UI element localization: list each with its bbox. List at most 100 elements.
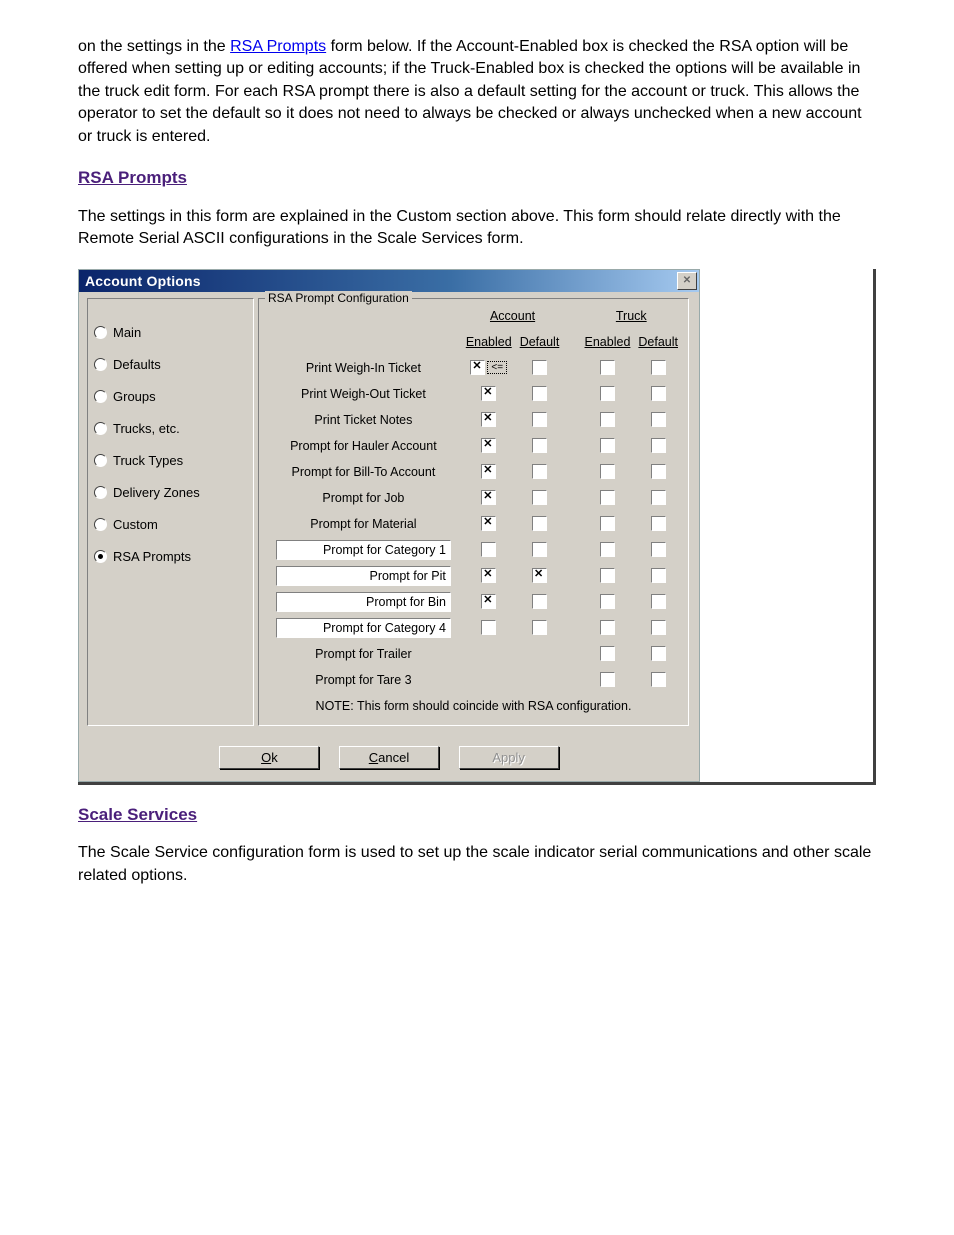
sidebar-item-defaults[interactable]: Defaults xyxy=(94,357,249,372)
checkbox[interactable] xyxy=(600,438,615,453)
checkbox[interactable] xyxy=(481,542,496,557)
text: on the settings in the xyxy=(78,38,230,55)
checkbox[interactable] xyxy=(532,594,547,609)
checkbox[interactable] xyxy=(651,360,666,375)
checkbox[interactable] xyxy=(532,568,547,583)
checkbox[interactable] xyxy=(532,542,547,557)
col-account-default: Default xyxy=(516,329,564,355)
sidebar-item-main[interactable]: Main xyxy=(94,325,249,340)
radio-indicator xyxy=(94,390,107,403)
checkbox[interactable] xyxy=(470,360,485,375)
checkbox[interactable] xyxy=(600,594,615,609)
sidebar-item-label: Defaults xyxy=(113,357,161,372)
checkbox[interactable] xyxy=(600,646,615,661)
sidebar-item-truck-types[interactable]: Truck Types xyxy=(94,453,249,468)
radio-indicator xyxy=(94,486,107,499)
sidebar-item-label: Main xyxy=(113,325,141,340)
row-label: Prompt for Trailer xyxy=(265,641,462,667)
checkbox[interactable] xyxy=(532,464,547,479)
apply-button[interactable]: Apply xyxy=(459,746,559,769)
checkbox[interactable] xyxy=(651,542,666,557)
sidebar-item-trucks-etc-[interactable]: Trucks, etc. xyxy=(94,421,249,436)
config-row: Prompt for Tare 3 xyxy=(265,667,682,693)
checkbox[interactable] xyxy=(532,412,547,427)
checkbox[interactable] xyxy=(651,438,666,453)
checkbox[interactable] xyxy=(532,438,547,453)
sidebar-item-label: Truck Types xyxy=(113,453,183,468)
close-button[interactable]: ✕ xyxy=(677,272,697,290)
group-rsa-prompt-config: RSA Prompt Configuration Account Truck E… xyxy=(258,298,689,726)
editable-prompt-label[interactable]: Prompt for Category 1 xyxy=(276,540,451,560)
sidebar-item-delivery-zones[interactable]: Delivery Zones xyxy=(94,485,249,500)
checkbox[interactable] xyxy=(481,438,496,453)
checkbox[interactable] xyxy=(481,490,496,505)
checkbox[interactable] xyxy=(481,594,496,609)
paragraph-scale-services: The Scale Service configuration form is … xyxy=(78,842,876,887)
checkbox[interactable] xyxy=(651,516,666,531)
checkbox[interactable] xyxy=(651,672,666,687)
checkbox[interactable] xyxy=(600,542,615,557)
checkbox[interactable] xyxy=(481,412,496,427)
dialog-account-options: Account Options ✕ MainDefaultsGroupsTruc… xyxy=(78,269,700,782)
note-text: NOTE: This form should coincide with RSA… xyxy=(265,693,682,719)
config-row: Prompt for Bill-To Account xyxy=(265,459,682,485)
heading-scale-services: Scale Services xyxy=(78,803,876,827)
checkbox[interactable] xyxy=(651,568,666,583)
editable-prompt-label[interactable]: Prompt for Pit xyxy=(276,566,451,586)
checkbox[interactable] xyxy=(651,646,666,661)
sidebar-item-label: Trucks, etc. xyxy=(113,421,180,436)
config-row: Print Weigh-Out Ticket xyxy=(265,381,682,407)
row-label: Prompt for Job xyxy=(265,485,462,511)
checkbox[interactable] xyxy=(600,620,615,635)
checkbox[interactable] xyxy=(600,490,615,505)
checkbox[interactable] xyxy=(532,516,547,531)
checkbox[interactable] xyxy=(532,386,547,401)
checkbox[interactable] xyxy=(651,594,666,609)
checkbox[interactable] xyxy=(651,412,666,427)
checkbox[interactable] xyxy=(481,386,496,401)
checkbox[interactable] xyxy=(651,620,666,635)
column-group-truck: Truck xyxy=(581,303,682,329)
sidebar-item-custom[interactable]: Custom xyxy=(94,517,249,532)
col-truck-default: Default xyxy=(634,329,682,355)
checkbox[interactable] xyxy=(532,620,547,635)
groupbox-legend: RSA Prompt Configuration xyxy=(265,291,412,305)
ok-button[interactable]: Ok xyxy=(219,746,319,769)
cancel-button[interactable]: Cancel xyxy=(339,746,439,769)
row-label: Print Ticket Notes xyxy=(265,407,462,433)
sidebar-item-groups[interactable]: Groups xyxy=(94,389,249,404)
checkbox[interactable] xyxy=(651,386,666,401)
config-row: Prompt for Pit xyxy=(265,563,682,589)
checkbox[interactable] xyxy=(600,568,615,583)
config-row: Prompt for Category 1 xyxy=(265,537,682,563)
row-label: Prompt for Material xyxy=(265,511,462,537)
checkbox[interactable] xyxy=(600,672,615,687)
config-row: Prompt for Bin xyxy=(265,589,682,615)
focus-indicator: <= xyxy=(487,361,507,374)
editable-prompt-label[interactable]: Prompt for Category 4 xyxy=(276,618,451,638)
checkbox[interactable] xyxy=(600,360,615,375)
row-label: Prompt for Hauler Account xyxy=(265,433,462,459)
checkbox[interactable] xyxy=(481,516,496,531)
config-row: Prompt for Trailer xyxy=(265,641,682,667)
config-row: Print Weigh-In Ticket<= xyxy=(265,355,682,381)
checkbox[interactable] xyxy=(600,516,615,531)
checkbox[interactable] xyxy=(600,412,615,427)
config-row: Prompt for Job xyxy=(265,485,682,511)
column-group-account: Account xyxy=(462,303,563,329)
checkbox[interactable] xyxy=(651,464,666,479)
link-rsa-prompts[interactable]: RSA Prompts xyxy=(230,38,326,55)
config-row: Prompt for Material xyxy=(265,511,682,537)
checkbox[interactable] xyxy=(481,568,496,583)
text: k xyxy=(271,750,278,765)
checkbox[interactable] xyxy=(481,620,496,635)
editable-prompt-label[interactable]: Prompt for Bin xyxy=(276,592,451,612)
checkbox[interactable] xyxy=(532,360,547,375)
checkbox[interactable] xyxy=(600,464,615,479)
checkbox[interactable] xyxy=(532,490,547,505)
checkbox[interactable] xyxy=(651,490,666,505)
sidebar-item-rsa-prompts[interactable]: RSA Prompts xyxy=(94,549,249,564)
checkbox[interactable] xyxy=(481,464,496,479)
checkbox[interactable] xyxy=(600,386,615,401)
mnemonic: C xyxy=(369,750,378,765)
